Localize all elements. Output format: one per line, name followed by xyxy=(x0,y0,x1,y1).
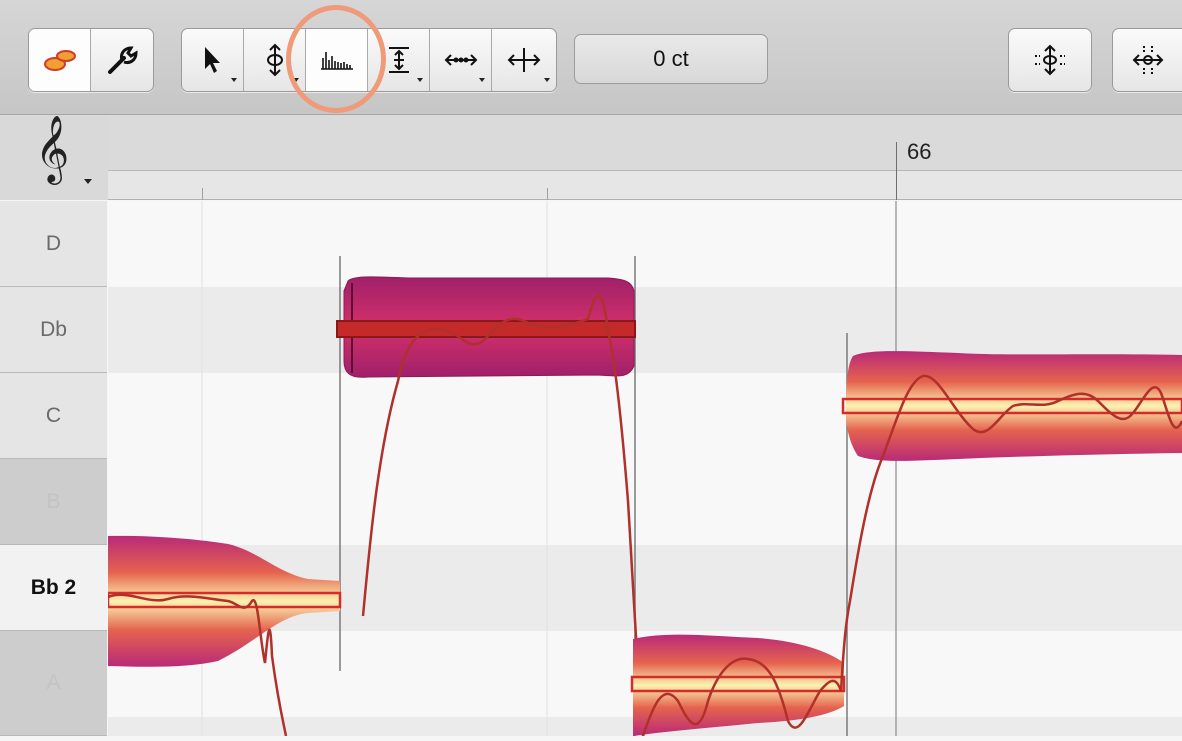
ruler-strip xyxy=(108,170,1182,200)
key-a[interactable]: A xyxy=(0,631,107,736)
chevron-down-icon xyxy=(417,78,423,82)
main-tool-button[interactable] xyxy=(182,29,244,91)
time-tool-button[interactable] xyxy=(430,29,492,91)
wrench-icon xyxy=(108,46,138,74)
key-label: C xyxy=(45,403,62,427)
settings-wrench-button[interactable] xyxy=(91,29,153,91)
clef-selector[interactable]: 𝄞 xyxy=(0,115,109,200)
quantize-time-button[interactable] xyxy=(1113,29,1182,91)
move-tool-icon xyxy=(507,48,541,72)
key-b[interactable]: B xyxy=(0,459,107,545)
row-d xyxy=(108,201,1182,287)
quantize-time-group xyxy=(1112,28,1182,92)
chevron-down-icon xyxy=(479,78,485,82)
quantize-pitch-group xyxy=(1008,28,1092,92)
key-d[interactable]: D xyxy=(0,201,107,287)
time-tool-icon xyxy=(444,54,477,66)
tool-highlight-circle xyxy=(286,5,386,113)
note-blobs-mode-button[interactable] xyxy=(29,29,91,91)
chevron-down-icon xyxy=(84,179,92,184)
key-c[interactable]: C xyxy=(0,373,107,459)
key-label: B xyxy=(46,489,61,513)
key-label: D xyxy=(45,231,62,255)
note-pitch-bar xyxy=(336,320,636,338)
treble-clef-icon: 𝄞 xyxy=(35,114,70,182)
time-quantize-icon xyxy=(1132,46,1164,74)
bar-marker-line xyxy=(896,142,897,200)
key-db[interactable]: Db xyxy=(0,287,107,373)
pitch-tool-icon xyxy=(266,43,283,77)
time-ruler[interactable]: 66 xyxy=(108,115,1182,200)
pitch-cents-field[interactable]: 0 ct xyxy=(574,34,768,84)
key-bb2[interactable]: Bb 2 xyxy=(0,545,107,631)
chevron-down-icon xyxy=(544,78,550,82)
toolbar: 0 ct xyxy=(0,0,1182,115)
note-editor-canvas xyxy=(106,201,1182,737)
chevron-down-icon xyxy=(231,78,237,82)
pitch-quantize-icon xyxy=(1035,44,1065,76)
quantize-pitch-button[interactable] xyxy=(1009,29,1091,91)
note-editor-grid[interactable] xyxy=(106,201,1182,737)
row-b xyxy=(108,459,1182,545)
move-tool-button[interactable] xyxy=(492,29,556,91)
key-label: Db xyxy=(40,317,67,341)
piano-keyboard: D Db C B Bb 2 A xyxy=(0,201,109,736)
mode-button-group xyxy=(28,28,154,92)
arrow-pointer-icon xyxy=(204,47,220,73)
amplitude-tool-icon xyxy=(388,47,409,73)
key-label: A xyxy=(46,671,61,694)
key-label: Bb 2 xyxy=(30,575,77,599)
bar-number: 66 xyxy=(907,139,932,164)
beat-tick xyxy=(547,188,548,200)
beat-tick xyxy=(202,188,203,200)
blob-notes-icon xyxy=(43,50,76,71)
